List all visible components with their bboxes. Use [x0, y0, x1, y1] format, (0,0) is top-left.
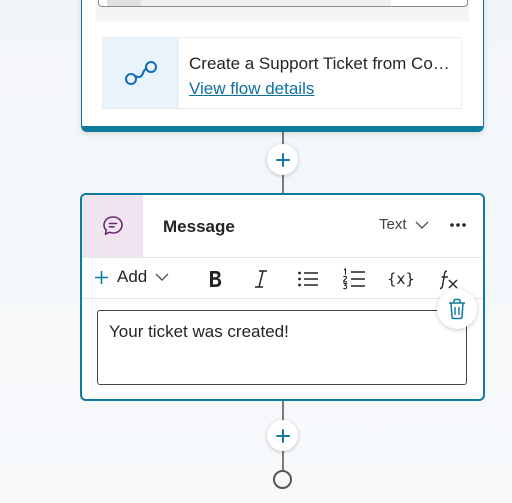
- flow-icon-container: [103, 38, 179, 108]
- add-content-button[interactable]: Add: [94, 267, 169, 287]
- message-title: Message: [163, 217, 235, 236]
- chat-bubble-icon: [102, 216, 123, 235]
- formula-icon: [439, 270, 458, 290]
- chevron-down-icon: [155, 273, 169, 281]
- flow-input-field[interactable]: [98, 0, 468, 7]
- message-node-card[interactable]: Message Text Add {x} Your ticket was cre…: [80, 193, 485, 401]
- bullet-list-button[interactable]: [295, 266, 321, 292]
- message-type-label: Text: [379, 216, 407, 233]
- message-icon-container: [82, 195, 143, 257]
- message-toolbar: Add {x}: [82, 257, 483, 299]
- message-header: Message Text: [82, 195, 483, 257]
- add-node-button[interactable]: [267, 144, 298, 175]
- numbered-list-button[interactable]: [341, 266, 367, 292]
- plus-icon: [95, 270, 108, 284]
- flow-title: Create a Support Ticket from Co…: [189, 54, 450, 73]
- more-options-button[interactable]: [446, 213, 470, 237]
- field-segment: [107, 0, 141, 6]
- trash-icon: [449, 298, 465, 320]
- chevron-down-icon: [415, 221, 429, 229]
- message-type-dropdown[interactable]: Text: [379, 216, 429, 233]
- message-text-input[interactable]: Your ticket was created!: [97, 310, 467, 385]
- numbered-list-icon: [342, 268, 365, 290]
- field-segment: [141, 0, 391, 6]
- insert-variable-button[interactable]: {x}: [387, 266, 415, 292]
- flow-action-card[interactable]: Create a Support Ticket from Co… View fl…: [81, 0, 484, 132]
- delete-button[interactable]: [437, 289, 477, 329]
- view-flow-details-link[interactable]: View flow details: [189, 76, 450, 101]
- bold-button[interactable]: [202, 266, 228, 292]
- add-node-button[interactable]: [267, 420, 298, 451]
- italic-button[interactable]: [248, 266, 274, 292]
- bullet-list-icon: [298, 271, 318, 287]
- end-node: [273, 470, 292, 489]
- add-content-label: Add: [117, 267, 148, 286]
- flow-item[interactable]: Create a Support Ticket from Co… View fl…: [102, 37, 462, 109]
- ellipsis-icon: [450, 223, 466, 227]
- plus-icon: [275, 152, 290, 167]
- italic-icon: [255, 270, 267, 288]
- bold-icon: [210, 271, 222, 287]
- flow-connector-icon: [125, 61, 157, 85]
- plus-icon: [275, 428, 290, 443]
